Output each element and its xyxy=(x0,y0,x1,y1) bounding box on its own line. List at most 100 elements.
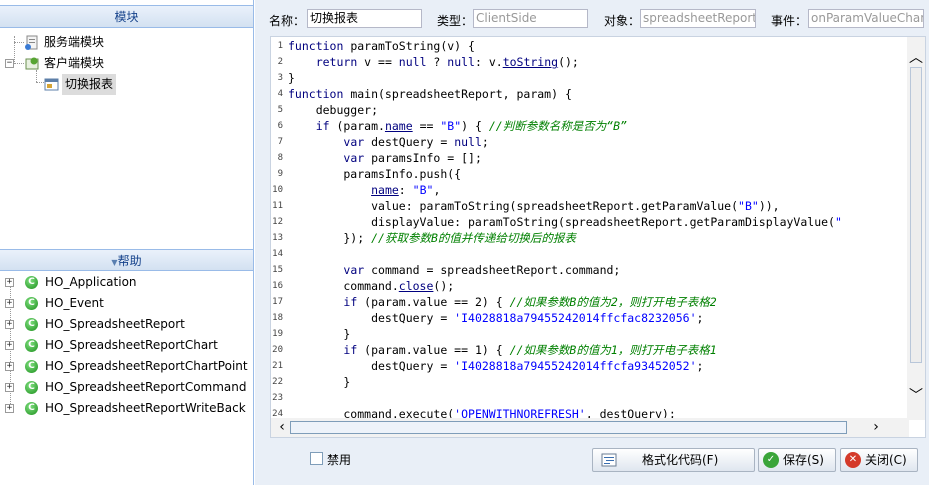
line-number: 2 xyxy=(277,57,283,67)
horizontal-scrollbar[interactable]: ‹ › xyxy=(271,418,909,437)
class-icon: C xyxy=(25,381,38,394)
code-line: destQuery = 'I4028818a79455242014ffcfac8… xyxy=(288,311,704,325)
code-line: return v == null ? null: v.toString(); xyxy=(315,55,579,69)
line-number: 8 xyxy=(277,153,283,163)
help-class-item[interactable]: + C HO_Application xyxy=(0,272,253,293)
scroll-right-icon[interactable]: › xyxy=(867,420,885,434)
tree-item-client-module[interactable]: − 客户端模块 xyxy=(0,53,253,74)
object-label: 对象： xyxy=(604,14,641,28)
close-button[interactable]: ✕ 关闭(C) xyxy=(840,448,918,472)
class-icon: C xyxy=(25,402,38,415)
code-line: var command = spreadsheetReport.command; xyxy=(343,263,621,277)
class-icon: C xyxy=(25,318,38,331)
tree-item-label: 服务端模块 xyxy=(44,35,105,49)
help-class-item[interactable]: + C HO_SpreadsheetReport xyxy=(0,314,253,335)
close-label: 关闭(C) xyxy=(865,453,907,467)
scroll-up-icon[interactable]: ︿ xyxy=(907,51,925,65)
format-code-icon xyxy=(601,452,617,475)
object-field: spreadsheetReport xyxy=(640,9,756,28)
help-class-label: HO_Event xyxy=(45,296,104,310)
code-line: } xyxy=(288,375,351,389)
tree-item-server-module[interactable]: 服务端模块 xyxy=(0,32,253,53)
scroll-left-icon[interactable]: ‹ xyxy=(273,420,291,434)
line-number: 14 xyxy=(272,249,283,259)
help-class-item[interactable]: + C HO_SpreadsheetReportChartPoint xyxy=(0,356,253,377)
help-class-label: HO_Application xyxy=(45,275,137,289)
vertical-scrollbar[interactable]: ︿ ﹀ xyxy=(907,37,925,420)
event-label: 事件： xyxy=(771,14,808,28)
help-panel-header[interactable]: ▼帮助 xyxy=(0,249,253,271)
code-editor[interactable]: 1 2 3 4 5 6 7 8 9 10 11 12 13 14 15 16 17 18 19 20 21 22 23 24 … xyxy=(270,36,926,438)
help-class-item[interactable]: + C HO_SpreadsheetReportCommand xyxy=(0,377,253,398)
server-module-icon xyxy=(24,35,40,50)
code-line: function paramToString(v) { xyxy=(288,39,475,53)
code-line: } xyxy=(288,71,295,85)
help-class-label: HO_SpreadsheetReport xyxy=(45,317,185,331)
type-field: ClientSide xyxy=(473,9,588,28)
help-panel-title: 帮助 xyxy=(117,254,142,268)
help-class-label: HO_SpreadsheetReportWriteBack xyxy=(45,401,246,415)
code-line: paramsInfo.push({ xyxy=(288,167,462,181)
code-line: displayValue: paramToString(spreadsheetR… xyxy=(288,215,842,229)
help-class-item[interactable]: + C HO_SpreadsheetReportWriteBack xyxy=(0,398,253,419)
help-panel: ▼帮助 + C HO_Application + C HO_Event + C … xyxy=(0,249,253,485)
macro-file-icon xyxy=(44,77,60,92)
line-number: 23 xyxy=(272,393,283,403)
code-line: } xyxy=(288,327,351,341)
help-class-item[interactable]: + C HO_Event xyxy=(0,293,253,314)
class-icon: C xyxy=(25,360,38,373)
collapse-icon[interactable]: − xyxy=(5,59,14,68)
class-icon: C xyxy=(25,339,38,352)
help-class-label: HO_SpreadsheetReportCommand xyxy=(45,380,247,394)
line-number: 18 xyxy=(272,313,283,323)
line-number: 4 xyxy=(277,89,283,99)
horizontal-scroll-thumb[interactable] xyxy=(290,421,847,434)
line-number: 13 xyxy=(272,233,283,243)
code-area[interactable]: function paramToString(v) { return v == … xyxy=(288,37,910,421)
line-number: 11 xyxy=(272,201,283,211)
code-line: debugger; xyxy=(288,103,379,117)
name-field[interactable]: 切换报表 xyxy=(307,9,422,28)
expand-icon[interactable]: + xyxy=(5,362,14,371)
vertical-scroll-thumb[interactable] xyxy=(910,67,922,363)
line-number: 22 xyxy=(272,377,283,387)
disable-checkbox[interactable] xyxy=(310,452,323,465)
format-code-button[interactable]: 格式化代码(F) xyxy=(592,448,755,472)
left-pane: 模块 服务端模块 − 客户端模块 切换报表 ▼帮助 + C HO_Applica… xyxy=(0,0,254,485)
line-number: 5 xyxy=(277,105,283,115)
save-button[interactable]: ✓ 保存(S) xyxy=(758,448,836,472)
check-icon: ✓ xyxy=(763,452,779,468)
tree-item-switch-report[interactable]: 切换报表 xyxy=(0,74,253,95)
expand-icon[interactable]: + xyxy=(5,383,14,392)
code-line: function main(spreadsheetReport, param) … xyxy=(288,87,572,101)
expand-icon[interactable]: + xyxy=(5,278,14,287)
format-code-label: 格式化代码(F) xyxy=(642,453,719,467)
help-class-item[interactable]: + C HO_SpreadsheetReportChart xyxy=(0,335,253,356)
code-line: command.close(); xyxy=(288,279,455,293)
line-number: 16 xyxy=(272,281,283,291)
line-number: 6 xyxy=(277,121,283,131)
tree-item-label: 切换报表 xyxy=(62,74,117,95)
scroll-down-icon[interactable]: ﹀ xyxy=(907,389,925,403)
code-line: var destQuery = null; xyxy=(343,135,489,149)
help-class-label: HO_SpreadsheetReportChartPoint xyxy=(45,359,248,373)
help-tree: + C HO_Application + C HO_Event + C HO_S… xyxy=(0,271,253,419)
code-line: }); //获取参数B的值并传递给切换后的报表 xyxy=(288,231,576,245)
modules-panel: 模块 服务端模块 − 客户端模块 切换报表 xyxy=(0,5,253,243)
class-icon: C xyxy=(25,276,38,289)
disable-label: 禁用 xyxy=(327,453,352,467)
code-line: name: "B", xyxy=(371,183,441,197)
expand-icon[interactable]: + xyxy=(5,320,14,329)
code-line: var paramsInfo = []; xyxy=(343,151,482,165)
expand-icon[interactable]: + xyxy=(5,341,14,350)
code-line: destQuery = 'I4028818a79455242014ffcfa93… xyxy=(288,359,704,373)
expand-icon[interactable]: + xyxy=(5,404,14,413)
line-number: 1 xyxy=(277,41,283,51)
line-number: 3 xyxy=(277,73,283,83)
line-number: 17 xyxy=(272,297,283,307)
expand-icon[interactable]: + xyxy=(5,299,14,308)
line-number: 19 xyxy=(272,329,283,339)
event-field: onParamValueChan xyxy=(808,9,924,28)
modules-tree: 服务端模块 − 客户端模块 切换报表 xyxy=(0,28,253,95)
